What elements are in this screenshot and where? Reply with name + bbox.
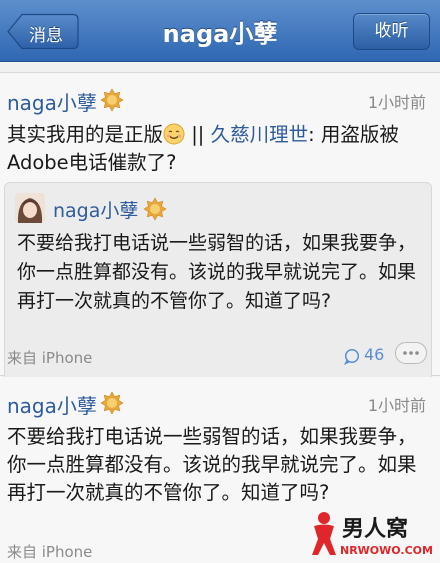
smile-emoji-icon <box>163 123 185 145</box>
post-card[interactable]: naga小孽 1小时前 其实我用的是正版 || 久慈川理世: 用盗版被Adobe… <box>0 74 440 410</box>
comment-count[interactable]: 46 <box>364 345 384 364</box>
mention-link[interactable]: 久慈川理世 <box>211 123 309 146</box>
more-button[interactable] <box>395 342 427 364</box>
watermark-brand: 男人窝 <box>342 516 408 542</box>
quoted-text: 不要给我打电话说一些弱智的话，如果我要争，你一点胜算都没有。该说的我早就说完了。… <box>17 232 417 312</box>
verified-badge-icon <box>100 391 124 415</box>
quoted-post[interactable]: naga小孽 不要给我打电话说一些弱智的话，如果我要争，你一点胜算都没有。该说的… <box>4 182 432 410</box>
nav-bar: 消息 naga小孽 收听 <box>0 0 440 62</box>
post-time: 1小时前 <box>367 396 426 415</box>
verified-badge-icon <box>143 197 167 221</box>
post-author[interactable]: naga小孽 <box>7 390 97 419</box>
verified-badge-icon <box>100 88 124 112</box>
quoted-author[interactable]: naga小孽 <box>53 196 138 223</box>
more-icon <box>403 351 419 355</box>
post-author[interactable]: naga小孽 <box>7 87 97 116</box>
post-text: 其实我用的是正版 || 久慈川理世: 用盗版被Adobe电话催款了? <box>7 121 433 177</box>
follow-button[interactable]: 收听 <box>353 13 430 50</box>
post-text-part: 其实我用的是正版 <box>7 123 164 146</box>
avatar[interactable] <box>15 193 45 223</box>
watermark: 男人窝 NRWOWO.COM <box>310 509 436 559</box>
post-text-separator: || <box>185 123 211 146</box>
feed-top-strip <box>0 63 440 73</box>
watermark-url: NRWOWO.COM <box>340 544 433 557</box>
watermark-logo-icon: 男人窝 NRWOWO.COM <box>312 512 433 557</box>
post-source: 来自 iPhone <box>7 543 93 561</box>
comment-icon[interactable] <box>343 348 360 365</box>
post-text: 不要给我打电话说一些弱智的话，如果我要争，你一点胜算都没有。该说的我早就说完了。… <box>7 425 417 504</box>
post-time: 1小时前 <box>367 93 426 112</box>
post-source: 来自 iPhone <box>7 349 93 367</box>
